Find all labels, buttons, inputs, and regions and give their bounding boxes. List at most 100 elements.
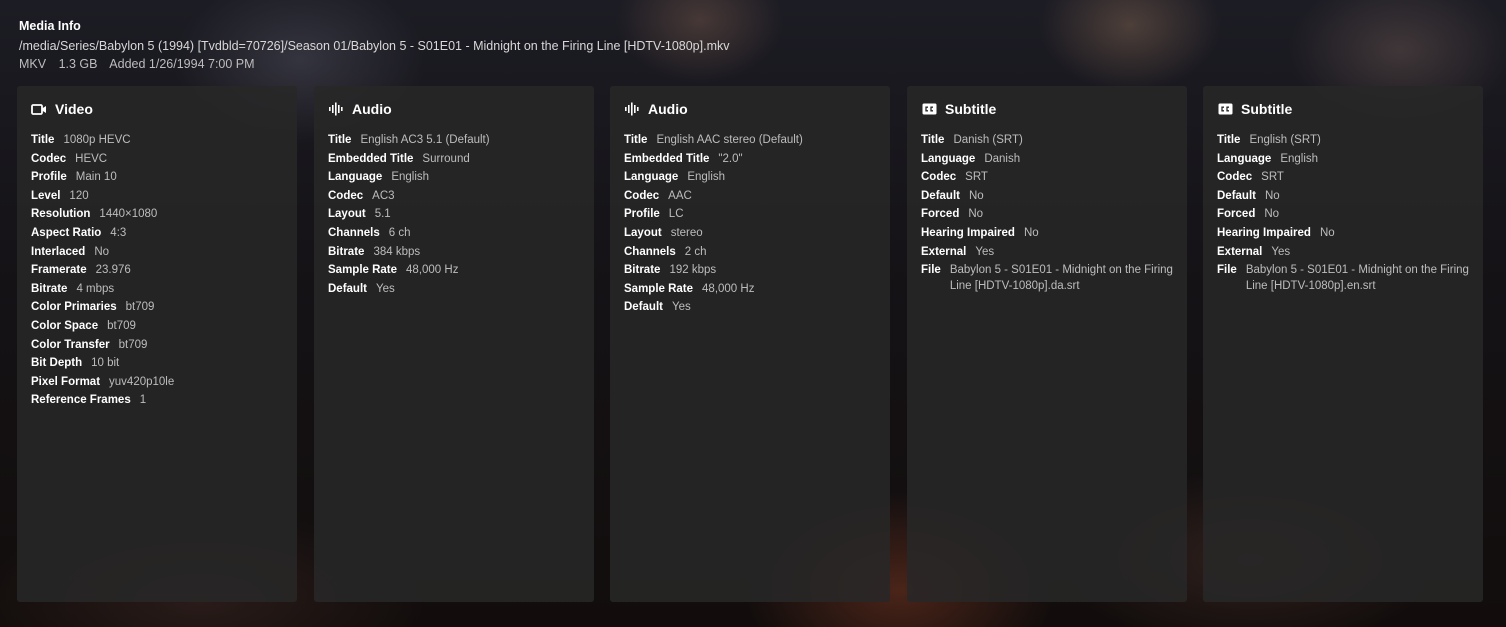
property-row: Sample Rate 48,000 Hz	[624, 280, 876, 299]
property-row: Bit Depth 10 bit	[31, 354, 283, 373]
property-value: 4:3	[110, 226, 127, 239]
property-value: 192 kbps	[669, 264, 717, 277]
property-label: Sample Rate	[328, 264, 398, 277]
property-row: Color Space bt709	[31, 317, 283, 336]
property-row: Embedded Title "2.0"	[624, 150, 876, 169]
property-label: Hearing Impaired	[1217, 226, 1311, 239]
property-row: Framerate 23.976	[31, 261, 283, 280]
property-list: Title English AAC stereo (Default) Embedde…	[624, 131, 876, 317]
property-label: Codec	[1217, 171, 1253, 184]
property-row: Codec SRT	[1217, 168, 1469, 187]
property-row: Codec SRT	[921, 168, 1173, 187]
property-label: File	[1217, 264, 1237, 277]
stream-card-audio-1: Audio Title English AC3 5.1 (Default) Embe…	[314, 86, 594, 602]
property-label: Default	[921, 189, 960, 202]
property-row: Sample Rate 48,000 Hz	[328, 261, 580, 280]
closed-captions-icon	[921, 101, 937, 117]
property-label: Profile	[624, 208, 660, 221]
property-row: Level 120	[31, 187, 283, 206]
property-value: 48,000 Hz	[702, 282, 755, 295]
property-value: bt709	[125, 301, 155, 314]
property-value: 1	[139, 394, 147, 407]
property-label: Codec	[921, 171, 957, 184]
property-value: English AAC stereo (Default)	[656, 134, 803, 146]
property-value: stereo	[670, 226, 703, 239]
property-value: bt709	[107, 319, 136, 332]
property-label: Embedded Title	[328, 152, 414, 165]
property-value: 384 kbps	[373, 245, 421, 258]
property-label: Bitrate	[31, 282, 68, 295]
property-value: AC3	[372, 189, 395, 202]
file-meta: MKV 1.3 GB Added 1/26/1994 7:00 PM	[19, 55, 1487, 73]
property-value: Yes	[1271, 245, 1291, 258]
property-value: SRT	[965, 171, 988, 184]
property-value: 6 ch	[388, 226, 411, 239]
property-label: Layout	[624, 226, 662, 239]
property-value: English	[687, 171, 726, 184]
property-row: Color Primaries bt709	[31, 298, 283, 317]
property-label: Language	[624, 171, 679, 184]
property-list: Title English (SRT) Language English Codec SR…	[1217, 131, 1469, 294]
property-value: 23.976	[95, 264, 131, 277]
property-row: Title Danish (SRT)	[921, 131, 1173, 150]
property-label: Codec	[328, 189, 364, 202]
card-title: Video	[55, 101, 93, 117]
property-value: Babylon 5 - S01E01 - Midnight on the Fir…	[949, 264, 1173, 293]
property-row: Color Transfer bt709	[31, 336, 283, 355]
property-value: 48,000 Hz	[406, 264, 459, 277]
file-size: 1.3 GB	[58, 57, 98, 71]
property-label: Resolution	[31, 208, 91, 221]
property-row: Language English	[1217, 150, 1469, 169]
property-value: English	[391, 171, 430, 184]
property-row: Language English	[328, 168, 580, 187]
video-camera-icon	[31, 101, 47, 117]
property-value: HEVC	[75, 152, 108, 165]
property-row: Codec AAC	[624, 187, 876, 206]
property-value: 1440×1080	[99, 208, 158, 221]
property-value: No	[1264, 208, 1280, 221]
property-value: 5.1	[374, 208, 391, 221]
property-value: No	[1319, 226, 1335, 239]
card-title: Subtitle	[1241, 101, 1293, 117]
property-label: Profile	[31, 171, 67, 184]
property-label: Default	[1217, 189, 1256, 202]
card-title: Subtitle	[945, 101, 997, 117]
property-value: No	[1023, 226, 1039, 239]
property-value: 1080p HEVC	[63, 134, 131, 146]
property-value: Yes	[975, 245, 995, 258]
card-header: Subtitle	[921, 100, 1173, 118]
property-row: Pixel Format yuv420p10le	[31, 373, 283, 392]
property-row: Bitrate 384 kbps	[328, 243, 580, 262]
property-label: Sample Rate	[624, 282, 694, 295]
property-row: Hearing Impaired No	[1217, 224, 1469, 243]
property-row: Channels 6 ch	[328, 224, 580, 243]
property-value: 10 bit	[91, 357, 120, 370]
property-row: Interlaced No	[31, 243, 283, 262]
property-label: Hearing Impaired	[921, 226, 1015, 239]
container-format: MKV	[19, 57, 47, 71]
page-title: Media Info	[19, 19, 81, 33]
property-row: Forced No	[1217, 205, 1469, 224]
property-label: Embedded Title	[624, 152, 710, 165]
property-value: SRT	[1261, 171, 1284, 184]
property-list: Title Danish (SRT) Language Danish Codec SRT D…	[921, 131, 1173, 294]
property-value: AAC	[668, 189, 692, 202]
property-row: Default No	[1217, 187, 1469, 206]
date-added: Added 1/26/1994 7:00 PM	[109, 57, 255, 71]
property-value: English	[1280, 152, 1319, 165]
property-value: Yes	[671, 301, 691, 314]
property-value: Yes	[375, 282, 395, 295]
property-label: Default	[624, 301, 663, 314]
card-header: Audio	[328, 100, 580, 118]
property-label: Codec	[31, 152, 67, 165]
property-label: Language	[1217, 152, 1272, 165]
property-value: No	[968, 189, 984, 202]
property-label: Channels	[624, 245, 676, 258]
property-label: Aspect Ratio	[31, 226, 102, 239]
property-label: Pixel Format	[31, 375, 101, 388]
property-value: 2 ch	[684, 245, 707, 258]
closed-captions-icon	[1217, 101, 1233, 117]
stream-cards: Video Title 1080p HEVC Codec HEVC Profile Mai…	[17, 86, 1483, 602]
property-label: Codec	[624, 189, 660, 202]
property-label: Title	[624, 134, 648, 146]
